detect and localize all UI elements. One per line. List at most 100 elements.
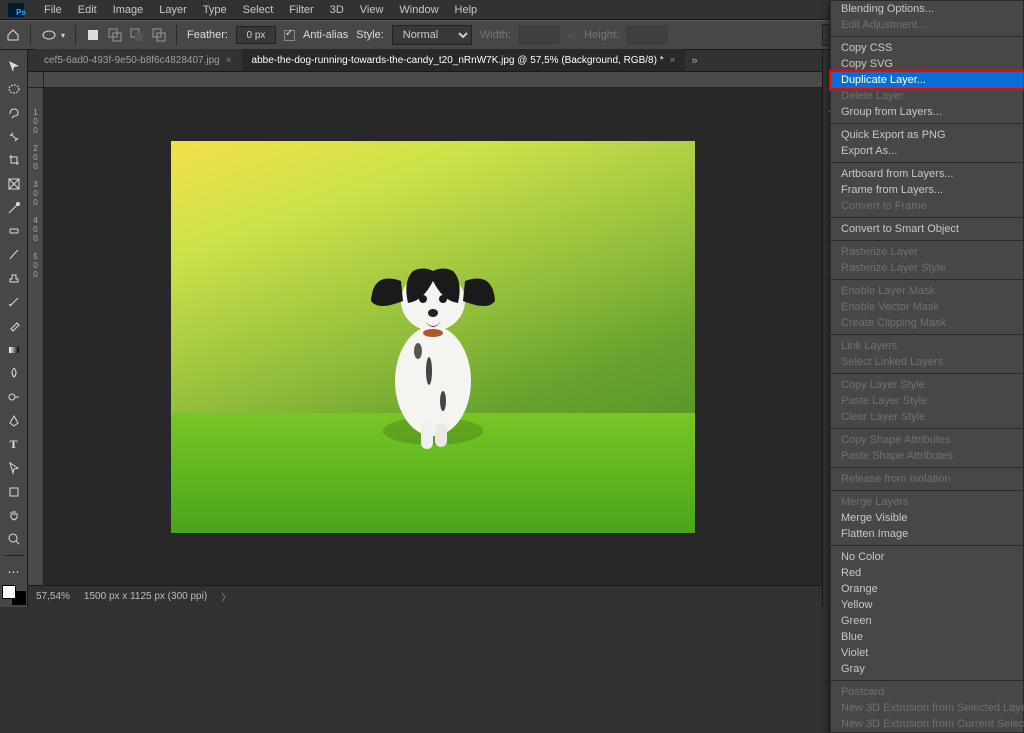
close-tab-icon[interactable]: ×: [226, 55, 232, 66]
menu-type[interactable]: Type: [195, 1, 235, 19]
ctx-group-from-layers[interactable]: Group from Layers...: [831, 104, 1023, 120]
pen-tool[interactable]: [2, 410, 26, 432]
status-bar: 57,54% 1500 px x 1125 px (300 ppi) 〉: [28, 585, 822, 607]
document-tab-1[interactable]: abbe-the-dog-running-towards-the-candy_t…: [242, 49, 686, 71]
selection-mode-new[interactable]: [86, 28, 100, 42]
feather-input[interactable]: [236, 26, 276, 44]
ctx-violet[interactable]: Violet: [831, 645, 1023, 661]
menu-filter[interactable]: Filter: [281, 1, 321, 19]
width-label: Width:: [480, 29, 511, 41]
ctx-release-from-isolation: Release from Isolation: [831, 471, 1023, 487]
ctx-artboard-from-layers[interactable]: Artboard from Layers...: [831, 166, 1023, 182]
ctx-enable-layer-mask: Enable Layer Mask: [831, 283, 1023, 299]
home-button[interactable]: [6, 28, 20, 42]
ctx-yellow[interactable]: Yellow: [831, 597, 1023, 613]
ctx-edit-adjustment: Edit Adjustment...: [831, 17, 1023, 33]
ctx-orange[interactable]: Orange: [831, 581, 1023, 597]
layer-context-menu: Blending Options...Edit Adjustment... Cop…: [830, 0, 1024, 733]
ctx-blending-options[interactable]: Blending Options...: [831, 1, 1023, 17]
canvas-area: 100200300400500: [28, 72, 822, 585]
ctx-copy-shape-attributes: Copy Shape Attributes: [831, 432, 1023, 448]
menu-help[interactable]: Help: [447, 1, 486, 19]
tab-overflow-icon[interactable]: »: [685, 51, 703, 71]
healing-tool[interactable]: [2, 221, 26, 243]
selection-mode-add[interactable]: [108, 28, 122, 42]
eyedropper-tool[interactable]: [2, 197, 26, 219]
ctx-gray[interactable]: Gray: [831, 661, 1023, 677]
eraser-tool[interactable]: [2, 315, 26, 337]
ctx-link-layers: Link Layers: [831, 338, 1023, 354]
foreground-background-colors[interactable]: [2, 584, 26, 606]
menu-edit[interactable]: Edit: [70, 1, 105, 19]
frame-tool[interactable]: [2, 173, 26, 195]
canvas-stage[interactable]: [44, 88, 822, 585]
ctx-green[interactable]: Green: [831, 613, 1023, 629]
feather-label: Feather:: [187, 29, 228, 41]
style-select[interactable]: Normal: [392, 25, 472, 45]
lasso-tool[interactable]: [2, 102, 26, 124]
menu-3d[interactable]: 3D: [322, 1, 352, 19]
edit-toolbar-button[interactable]: ⋯: [2, 561, 26, 583]
ctx-frame-from-layers[interactable]: Frame from Layers...: [831, 182, 1023, 198]
ctx-clear-layer-style: Clear Layer Style: [831, 409, 1023, 425]
ctx-flatten-image[interactable]: Flatten Image: [831, 526, 1023, 542]
selection-mode-subtract[interactable]: [130, 28, 144, 42]
shape-tool[interactable]: [2, 481, 26, 503]
height-input: [627, 26, 667, 44]
ctx-paste-shape-attributes: Paste Shape Attributes: [831, 448, 1023, 464]
ctx-rasterize-layer: Rasterize Layer: [831, 244, 1023, 260]
zoom-tool[interactable]: [2, 528, 26, 550]
move-tool[interactable]: [2, 55, 26, 77]
close-tab-icon[interactable]: ×: [670, 55, 676, 66]
vertical-ruler: 100200300400500: [28, 88, 44, 585]
anti-alias-checkbox[interactable]: [284, 30, 295, 41]
dodge-tool[interactable]: [2, 386, 26, 408]
zoom-level[interactable]: 57,54%: [36, 591, 70, 602]
style-label: Style:: [356, 29, 384, 41]
menu-select[interactable]: Select: [235, 1, 282, 19]
document-canvas[interactable]: [171, 141, 695, 533]
quick-select-tool[interactable]: [2, 126, 26, 148]
tool-preset[interactable]: ▾: [41, 27, 65, 43]
document-tab-0[interactable]: cef5-6ad0-493f-9e50-b8f6c4828407.jpg×: [34, 49, 242, 71]
ctx-new-3d-extrusion-from-selected-layer: New 3D Extrusion from Selected Layer: [831, 700, 1023, 716]
width-input: [519, 26, 559, 44]
ctx-create-clipping-mask: Create Clipping Mask: [831, 315, 1023, 331]
ctx-red[interactable]: Red: [831, 565, 1023, 581]
crop-tool[interactable]: [2, 150, 26, 172]
selection-mode-intersect[interactable]: [152, 28, 166, 42]
brush-tool[interactable]: [2, 244, 26, 266]
blur-tool[interactable]: [2, 363, 26, 385]
ctx-copy-css[interactable]: Copy CSS: [831, 40, 1023, 56]
menu-window[interactable]: Window: [391, 1, 446, 19]
ctx-no-color[interactable]: No Color: [831, 549, 1023, 565]
document-tabs: cef5-6ad0-493f-9e50-b8f6c4828407.jpg× ab…: [28, 50, 822, 72]
marquee-tool[interactable]: [2, 79, 26, 101]
type-tool[interactable]: T: [2, 434, 26, 456]
ctx-rasterize-layer-style: Rasterize Layer Style: [831, 260, 1023, 276]
menu-layer[interactable]: Layer: [151, 1, 195, 19]
ctx-postcard: Postcard: [831, 684, 1023, 700]
history-brush-tool[interactable]: [2, 292, 26, 314]
ctx-new-3d-extrusion-from-current-selection: New 3D Extrusion from Current Selection: [831, 716, 1023, 732]
menu-image[interactable]: Image: [105, 1, 152, 19]
height-label: Height:: [584, 29, 619, 41]
ctx-enable-vector-mask: Enable Vector Mask: [831, 299, 1023, 315]
gradient-tool[interactable]: [2, 339, 26, 361]
stamp-tool[interactable]: [2, 268, 26, 290]
hand-tool[interactable]: [2, 504, 26, 526]
ctx-export-as[interactable]: Export As...: [831, 143, 1023, 159]
ctx-quick-export-as-png[interactable]: Quick Export as PNG: [831, 127, 1023, 143]
ctx-blue[interactable]: Blue: [831, 629, 1023, 645]
ctx-merge-visible[interactable]: Merge Visible: [831, 510, 1023, 526]
anti-alias-label: Anti-alias: [303, 29, 348, 41]
ctx-delete-layer: Delete Layer: [831, 88, 1023, 104]
ctx-duplicate-layer[interactable]: Duplicate Layer...: [829, 70, 1024, 90]
path-select-tool[interactable]: [2, 457, 26, 479]
menu-file[interactable]: File: [36, 1, 70, 19]
ctx-convert-to-smart-object[interactable]: Convert to Smart Object: [831, 221, 1023, 237]
menu-view[interactable]: View: [352, 1, 392, 19]
ctx-select-linked-layers: Select Linked Layers: [831, 354, 1023, 370]
status-caret-icon[interactable]: 〉: [221, 589, 231, 604]
ctx-copy-layer-style: Copy Layer Style: [831, 377, 1023, 393]
